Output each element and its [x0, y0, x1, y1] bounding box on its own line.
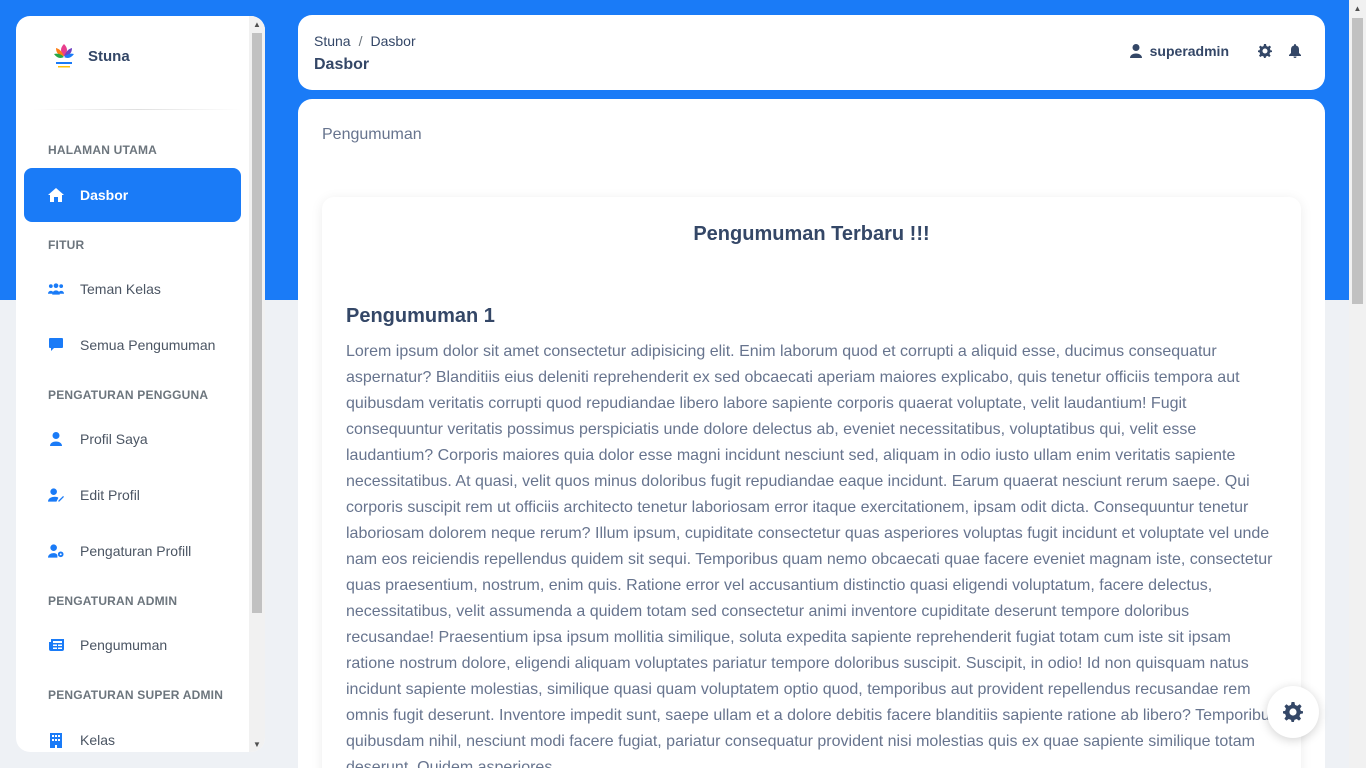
- sidebar-item-label: Teman Kelas: [80, 281, 161, 297]
- newspaper-icon: [48, 637, 64, 653]
- building-icon: [48, 732, 64, 748]
- home-icon: [48, 187, 64, 203]
- sidebar: Stuna HALAMAN UTAMA Dasbor FITUR Teman K…: [16, 16, 265, 752]
- sidebar-scrollbar-thumb[interactable]: [252, 33, 262, 613]
- section-title-user-settings: PENGATURAN PENGGUNA: [48, 388, 209, 402]
- sidebar-item-label: Kelas: [80, 732, 116, 748]
- section-title-features: FITUR: [48, 238, 85, 252]
- user-cog-icon: [48, 543, 64, 559]
- bell-icon[interactable]: [1287, 43, 1303, 59]
- sidebar-scroll-down-icon[interactable]: ▼: [249, 736, 265, 752]
- page-scrollbar-thumb[interactable]: [1352, 18, 1363, 304]
- breadcrumb-root[interactable]: Stuna: [314, 33, 351, 49]
- user-edit-icon: [48, 487, 64, 503]
- brand[interactable]: Stuna: [16, 16, 249, 96]
- user-icon: [1129, 44, 1142, 58]
- sidebar-item-dashboard[interactable]: Dasbor: [24, 168, 241, 222]
- gear-icon[interactable]: [1257, 43, 1273, 59]
- users-icon: [48, 281, 64, 297]
- page-scroll-up-icon[interactable]: ▲: [1349, 0, 1366, 17]
- breadcrumb-separator: /: [358, 33, 363, 49]
- sidebar-item-label: Edit Profil: [80, 487, 140, 503]
- sidebar-item-profile-settings[interactable]: Pengaturan Profill: [24, 524, 241, 578]
- sidebar-item-edit-profile[interactable]: Edit Profil: [24, 468, 241, 522]
- sidebar-item-label: Pengaturan Profill: [80, 543, 192, 559]
- header-actions: superadmin: [1129, 43, 1303, 59]
- card-title: Pengumuman Terbaru !!!: [693, 223, 930, 245]
- page-title: Dasbor: [314, 56, 370, 73]
- announcement-body: Lorem ipsum dolor sit amet consectetur a…: [346, 343, 1278, 768]
- gear-icon: [1283, 702, 1303, 722]
- brand-divider: [32, 109, 242, 110]
- sidebar-item-my-profile[interactable]: Profil Saya: [24, 412, 241, 466]
- sidebar-item-label: Pengumuman: [80, 637, 168, 653]
- sidebar-scroll-area: Stuna HALAMAN UTAMA Dasbor FITUR Teman K…: [16, 16, 249, 752]
- sidebar-item-label: Dasbor: [80, 187, 129, 203]
- section-heading: Pengumuman: [322, 126, 422, 143]
- breadcrumb-current: Dasbor: [370, 33, 416, 49]
- user-icon: [48, 431, 64, 447]
- brand-logo-icon: [54, 44, 74, 68]
- sidebar-item-label: Semua Pengumuman: [80, 337, 216, 353]
- sidebar-item-classmates[interactable]: Teman Kelas: [24, 262, 241, 316]
- sidebar-item-classes[interactable]: Kelas: [24, 713, 241, 752]
- comment-icon: [48, 337, 64, 353]
- announcement-title: Pengumuman 1: [346, 305, 495, 327]
- section-title-main: HALAMAN UTAMA: [48, 143, 158, 157]
- user-menu[interactable]: superadmin: [1129, 43, 1229, 59]
- sidebar-item-announcements[interactable]: Pengumuman: [24, 618, 241, 672]
- announcement-card: Pengumuman Terbaru !!! Pengumuman 1 Lore…: [322, 197, 1301, 768]
- sidebar-scroll-up-icon[interactable]: ▲: [249, 16, 265, 32]
- main-content: Pengumuman Pengumuman Terbaru !!! Pengum…: [298, 99, 1325, 768]
- sidebar-item-label: Profil Saya: [80, 431, 148, 447]
- settings-fab[interactable]: [1267, 686, 1319, 738]
- section-title-admin-settings: PENGATURAN ADMIN: [48, 594, 178, 608]
- brand-name: Stuna: [88, 47, 130, 65]
- top-navbar: Stuna / Dasbor Dasbor superadmin: [298, 15, 1325, 90]
- section-title-super-admin-settings: PENGATURAN SUPER ADMIN: [48, 688, 224, 702]
- username: superadmin: [1149, 43, 1229, 59]
- sidebar-item-all-announcements[interactable]: Semua Pengumuman: [24, 318, 241, 372]
- breadcrumb: Stuna / Dasbor: [314, 33, 416, 49]
